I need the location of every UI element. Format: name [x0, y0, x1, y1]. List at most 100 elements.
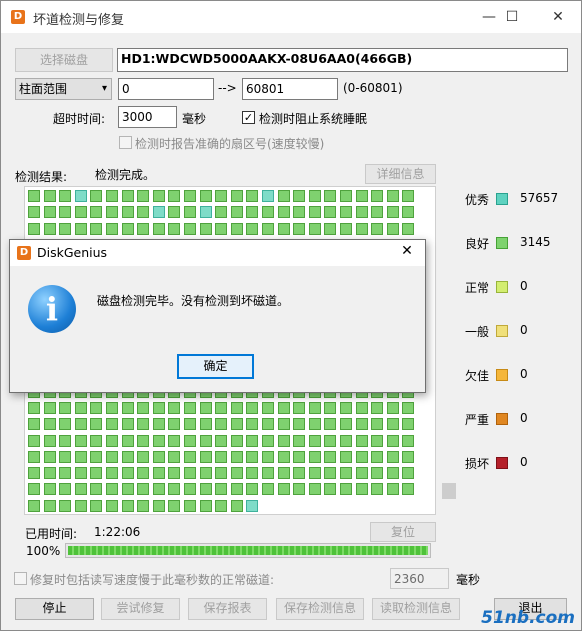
range-end-input[interactable]: 60801 — [242, 78, 338, 100]
sector-block — [340, 483, 352, 496]
select-disk-button[interactable]: 选择磁盘 — [15, 48, 113, 72]
sector-block — [246, 467, 259, 480]
sector-block — [262, 483, 274, 496]
sector-block — [340, 450, 352, 463]
dialog-close-button[interactable]: ✕ — [390, 237, 424, 263]
sector-block — [184, 190, 196, 202]
sector-block — [90, 190, 103, 202]
range-hint: (0-60801) — [343, 81, 403, 95]
completion-dialog: D DiskGenius ✕ i 磁盘检测完毕。没有检测到坏磁道。 确定 — [9, 239, 426, 393]
sector-block — [371, 190, 384, 202]
scrollbar-thumb[interactable] — [442, 483, 456, 499]
sector-block — [215, 467, 228, 480]
sector-block — [121, 483, 134, 496]
sector-block — [324, 434, 337, 447]
sector-block — [402, 418, 415, 431]
sector-block — [184, 499, 196, 512]
range-type-value: 柱面范围 — [19, 82, 68, 96]
try-repair-button[interactable]: 尝试修复 — [101, 598, 180, 620]
sector-block — [402, 190, 415, 202]
ok-button[interactable]: 确定 — [177, 354, 254, 379]
sector-block — [152, 190, 165, 202]
sector-block — [324, 401, 337, 414]
sector-block — [90, 434, 103, 447]
sector-block — [308, 483, 321, 496]
sector-block — [43, 418, 56, 431]
sector-block — [324, 467, 337, 480]
legend-count: 0 — [520, 411, 528, 425]
window-title: 坏道检测与修复 — [33, 13, 125, 28]
sector-block — [59, 206, 72, 219]
sector-block — [293, 418, 306, 431]
sector-block — [308, 434, 321, 447]
sector-block — [293, 190, 306, 202]
sector-block — [90, 401, 103, 414]
bad-sector-window: D 坏道检测与修复 — ☐ ✕ 选择磁盘 HD1:WDCWD5000AAKX-0… — [0, 0, 582, 631]
legend-swatch — [496, 281, 508, 293]
sector-block — [106, 418, 118, 431]
stop-button[interactable]: 停止 — [15, 598, 94, 620]
sector-block — [246, 190, 259, 202]
sector-block — [308, 418, 321, 431]
sector-block — [308, 467, 321, 480]
sector-block — [230, 222, 243, 235]
legend-count: 0 — [520, 367, 528, 381]
sector-block — [230, 206, 243, 219]
close-button[interactable]: ✕ — [535, 1, 581, 33]
sector-block — [308, 401, 321, 414]
prevent-sleep-checkbox[interactable]: ✓ — [242, 111, 255, 124]
reset-button[interactable]: 复位 — [370, 522, 436, 542]
sector-block — [386, 401, 399, 414]
sector-block — [355, 401, 368, 414]
sector-block — [386, 206, 399, 219]
sector-block — [137, 190, 150, 202]
sector-block — [199, 483, 212, 496]
progress-percent: 100% — [26, 544, 61, 558]
sector-block — [215, 483, 228, 496]
sector-block — [90, 450, 103, 463]
sector-block — [262, 206, 274, 219]
sector-block — [355, 450, 368, 463]
details-button[interactable]: 详细信息 — [365, 164, 436, 184]
sector-block — [28, 434, 40, 447]
save-report-button[interactable]: 保存报表 — [188, 598, 267, 620]
timeout-input[interactable]: 3000 — [118, 106, 177, 128]
report-sector-checkbox[interactable] — [119, 136, 132, 149]
sector-block — [340, 418, 352, 431]
load-info-button[interactable]: 读取检测信息 — [372, 598, 460, 620]
sector-block — [43, 401, 56, 414]
sector-block — [121, 401, 134, 414]
sector-block — [168, 222, 181, 235]
save-info-button[interactable]: 保存检测信息 — [276, 598, 364, 620]
sector-block — [386, 467, 399, 480]
repair-ms-input[interactable]: 2360 — [390, 568, 449, 589]
sector-block — [43, 483, 56, 496]
sector-block — [137, 401, 150, 414]
sector-block — [28, 483, 40, 496]
sector-block — [184, 222, 196, 235]
legend-label: 一般 — [465, 325, 490, 339]
prevent-sleep-label: 检测时阻止系统睡眠 — [259, 112, 368, 126]
sector-block — [355, 467, 368, 480]
maximize-button[interactable]: ☐ — [489, 1, 535, 33]
sector-block — [215, 190, 228, 202]
sector-block — [386, 483, 399, 496]
dialog-message: 磁盘检测完毕。没有检测到坏磁道。 — [97, 294, 290, 308]
sector-block — [215, 222, 228, 235]
repair-slow-checkbox[interactable] — [14, 572, 27, 585]
sector-block — [324, 450, 337, 463]
watermark-logo: 51nb.com — [481, 608, 575, 628]
sector-map-scrollbar[interactable] — [439, 186, 456, 513]
sector-block — [215, 206, 228, 219]
sector-block — [199, 206, 212, 219]
sector-block — [152, 450, 165, 463]
sector-block — [402, 450, 415, 463]
sector-block — [402, 222, 415, 235]
sector-block — [293, 206, 306, 219]
sector-block — [340, 401, 352, 414]
range-type-select[interactable]: 柱面范围 ▾ — [15, 78, 112, 100]
range-start-input[interactable]: 0 — [118, 78, 214, 100]
sector-block — [293, 467, 306, 480]
sector-block — [371, 401, 384, 414]
sector-block — [168, 483, 181, 496]
